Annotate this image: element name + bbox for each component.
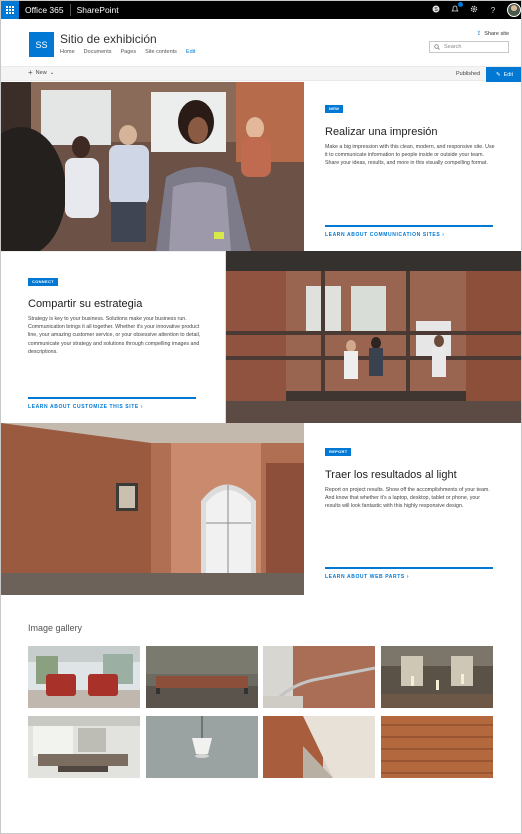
gallery-image-stair-rail[interactable]: [263, 646, 375, 708]
nav-documents[interactable]: Documents: [84, 49, 112, 55]
gallery-image-bench[interactable]: [146, 646, 258, 708]
hero-body-2: Strategy is key to your business. Soluti…: [28, 316, 201, 355]
learn-communication-sites-link[interactable]: LEARN ABOUT COMMUNICATION SITES ›: [325, 225, 493, 238]
hero-panel-1: NEW Realizar una impresión Make a big im…: [304, 82, 521, 251]
site-header: SS Sitio de exhibición Home Documents Pa…: [1, 19, 521, 65]
hero-image-brick-hall[interactable]: [1, 423, 304, 595]
nav-site-contents[interactable]: Site contents: [145, 49, 177, 55]
skype-icon[interactable]: S: [431, 5, 441, 15]
new-label: New: [35, 70, 47, 76]
sharepoint-link[interactable]: SharePoint: [71, 1, 125, 19]
gallery-image-pendant-lights[interactable]: [381, 646, 493, 708]
learn-customize-site-link[interactable]: LEARN ABOUT CUSTOMIZE THIS SITE ›: [28, 397, 196, 410]
hero-title-1[interactable]: Realizar una impresión: [325, 126, 438, 138]
nav-pages[interactable]: Pages: [121, 49, 137, 55]
hero-title-2[interactable]: Compartir su estrategia: [28, 298, 142, 310]
app-launcher-icon[interactable]: [1, 1, 19, 19]
search-placeholder: Search: [444, 44, 462, 50]
hero-image-office[interactable]: [226, 251, 521, 423]
hero-panel-3: REPORT Traer los resultados al light Rep…: [304, 423, 521, 595]
suite-bar: Office 365 SharePoint S ?: [1, 1, 521, 19]
hero-panel-2: CONNECT Compartir su estrategia Strategy…: [1, 251, 226, 423]
gallery-image-pendant-lamp[interactable]: [146, 716, 258, 778]
site-logo[interactable]: SS: [29, 32, 54, 57]
hero-tag-report: REPORT: [325, 448, 352, 456]
office-365-link[interactable]: Office 365: [19, 1, 70, 19]
user-avatar[interactable]: [507, 3, 521, 17]
hero-link-1-label: LEARN ABOUT COMMUNICATION SITES: [325, 232, 441, 238]
hero-tag-new: NEW: [325, 105, 344, 113]
share-site-button[interactable]: ⇪ Share site: [476, 30, 509, 38]
nav-edit-link[interactable]: Edit: [186, 49, 195, 55]
hero-link-2-label: LEARN ABOUT CUSTOMIZE THIS SITE: [28, 404, 139, 410]
help-icon[interactable]: ?: [488, 6, 498, 15]
settings-icon[interactable]: [469, 5, 479, 15]
edit-page-button[interactable]: ✎ Edit: [486, 67, 521, 82]
hero-tag-connect: CONNECT: [28, 278, 58, 286]
published-status: Published: [456, 71, 481, 77]
gallery-image-wood-wall[interactable]: [381, 716, 493, 778]
hero-body-1: Make a big impression with this clean, m…: [325, 144, 495, 167]
sharepoint-page: Office 365 SharePoint S ? SS Sitio de ex…: [0, 0, 522, 834]
hero-body-3: Report on project results. Show off the …: [325, 487, 490, 510]
plus-icon: +: [28, 68, 33, 77]
learn-web-parts-link[interactable]: LEARN ABOUT WEB PARTS ›: [325, 567, 493, 580]
edit-label: Edit: [503, 71, 514, 78]
gallery-image-red-chairs[interactable]: [28, 646, 140, 708]
chevron-down-icon: ⌄: [49, 70, 55, 76]
share-icon: ⇪: [476, 31, 482, 37]
site-navigation: Home Documents Pages Site contents Edit: [60, 49, 195, 55]
hero-image-meeting[interactable]: [1, 82, 304, 251]
hero-title-3[interactable]: Traer los resultados al light: [325, 469, 457, 481]
new-button[interactable]: + New ⌄: [28, 68, 55, 77]
command-bar: + New ⌄ Published ✎ Edit: [1, 66, 521, 82]
share-site-label: Share site: [484, 30, 509, 37]
site-title[interactable]: Sitio de exhibición: [60, 32, 157, 46]
image-gallery-title: Image gallery: [28, 623, 83, 633]
gallery-image-angled-wall[interactable]: [263, 716, 375, 778]
notifications-icon[interactable]: [450, 2, 463, 15]
hero-link-3-label: LEARN ABOUT WEB PARTS: [325, 574, 405, 580]
gallery-image-lounge[interactable]: [28, 716, 140, 778]
nav-home[interactable]: Home: [60, 49, 75, 55]
search-box[interactable]: Search: [429, 41, 509, 53]
search-icon: [434, 44, 440, 50]
pencil-icon: ✎: [495, 71, 501, 78]
